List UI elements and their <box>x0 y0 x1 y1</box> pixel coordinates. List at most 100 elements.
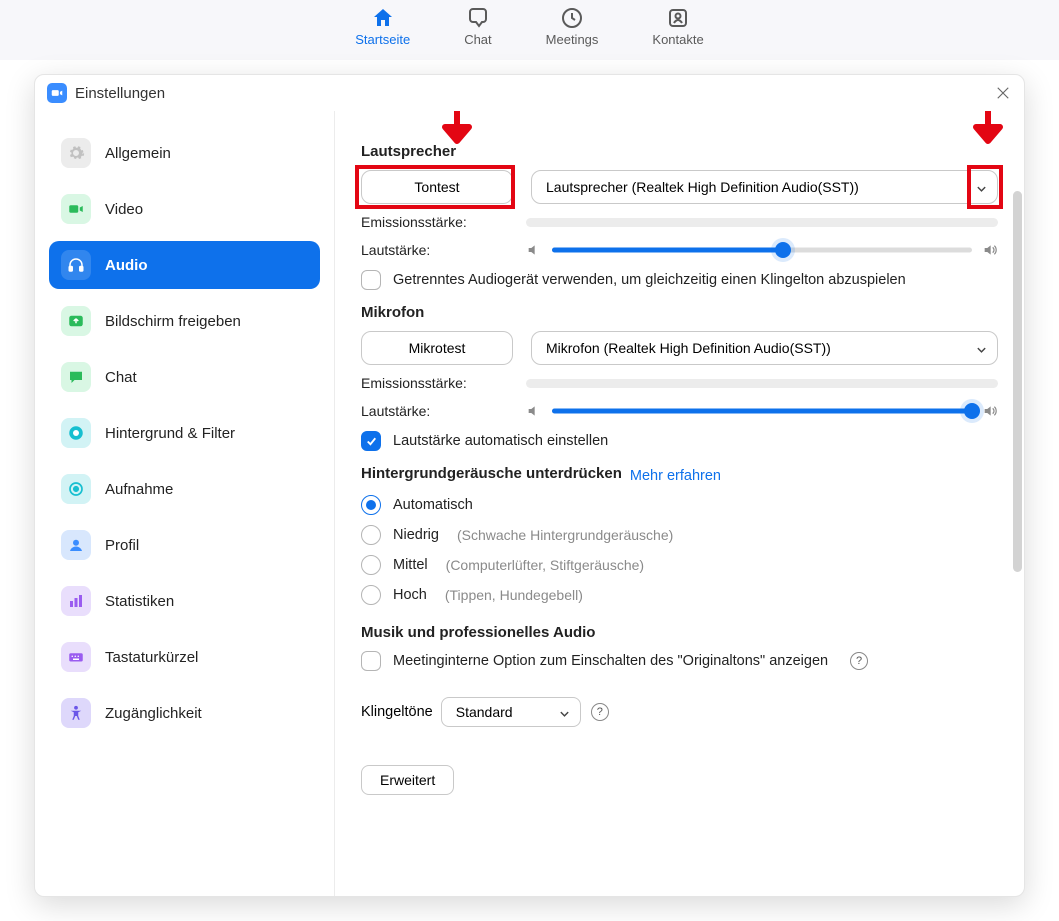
sidebar-item-chat[interactable]: Chat <box>49 353 320 401</box>
checkbox-checked-icon <box>361 431 381 451</box>
background-filter-icon <box>61 418 91 448</box>
sidebar-item-shortcuts[interactable]: Tastaturkürzel <box>49 633 320 681</box>
sidebar-item-share-screen[interactable]: Bildschirm freigeben <box>49 297 320 345</box>
nav-contacts-label: Kontakte <box>652 32 703 47</box>
mic-volume-label: Lautstärke: <box>361 403 526 419</box>
volume-low-icon <box>526 242 542 258</box>
ringtone-value: Standard <box>456 704 513 720</box>
noise-medium-label: Mittel <box>393 557 428 573</box>
volume-low-icon <box>526 403 542 419</box>
noise-high-label: Hoch <box>393 587 427 603</box>
advanced-button[interactable]: Erweitert <box>361 765 454 795</box>
keyboard-icon <box>61 642 91 672</box>
ringtone-select[interactable]: Standard <box>441 697 581 727</box>
volume-high-icon <box>982 403 998 419</box>
statistics-icon <box>61 586 91 616</box>
help-icon[interactable]: ? <box>850 652 868 670</box>
speaker-device-select[interactable]: Lautsprecher (Realtek High Definition Au… <box>531 170 998 204</box>
checkbox-unchecked-icon <box>361 651 381 671</box>
headphones-icon <box>61 250 91 280</box>
nav-meetings-label: Meetings <box>546 32 599 47</box>
annotation-box-dropdown <box>967 165 1003 209</box>
mic-device-select[interactable]: Mikrofon (Realtek High Definition Audio(… <box>531 331 998 365</box>
sidebar-label: Aufnahme <box>105 481 173 498</box>
volume-high-icon <box>982 242 998 258</box>
mic-input-level-label: Emissionsstärke: <box>361 375 526 391</box>
share-screen-icon <box>61 306 91 336</box>
annotation-arrow-right <box>970 111 1006 155</box>
settings-window: Einstellungen Allgemein Video Audio Bild… <box>34 74 1025 897</box>
noise-radio-high[interactable]: Hoch (Tippen, Hundegebell) <box>361 580 998 610</box>
top-nav-bar: Startseite Chat Meetings Kontakte <box>0 0 1059 60</box>
separate-audio-label: Getrenntes Audiogerät verwenden, um glei… <box>393 272 906 288</box>
speaker-output-level-meter <box>526 218 998 227</box>
accessibility-icon <box>61 698 91 728</box>
sidebar-label: Chat <box>105 369 137 386</box>
mic-input-level-meter <box>526 379 998 388</box>
sidebar-label: Audio <box>105 257 148 274</box>
auto-adjust-volume-checkbox[interactable]: Lautstärke automatisch einstellen <box>361 431 998 451</box>
nav-home-label: Startseite <box>355 32 410 47</box>
annotation-arrow-left <box>439 111 475 155</box>
nav-home[interactable]: Startseite <box>355 6 410 47</box>
checkbox-unchecked-icon <box>361 270 381 290</box>
noise-radio-low[interactable]: Niedrig (Schwache Hintergrundgeräusche) <box>361 520 998 550</box>
sidebar-item-accessibility[interactable]: Zugänglichkeit <box>49 689 320 737</box>
noise-suppression-title: Hintergrundgeräusche unterdrücken <box>361 465 622 482</box>
mic-section-title: Mikrofon <box>361 304 998 321</box>
chevron-down-icon <box>559 707 570 718</box>
settings-sidebar: Allgemein Video Audio Bildschirm freigeb… <box>35 111 335 896</box>
auto-adjust-label: Lautstärke automatisch einstellen <box>393 433 608 449</box>
radio-icon <box>361 555 381 575</box>
sidebar-item-recording[interactable]: Aufnahme <box>49 465 320 513</box>
help-icon[interactable]: ? <box>591 703 609 721</box>
profile-icon <box>61 530 91 560</box>
sidebar-item-statistics[interactable]: Statistiken <box>49 577 320 625</box>
audio-settings-panel: Lautsprecher Tontest Lautsprecher (Realt… <box>335 111 1024 896</box>
sidebar-item-audio[interactable]: Audio <box>49 241 320 289</box>
sidebar-label: Hintergrund & Filter <box>105 425 235 442</box>
sidebar-label: Allgemein <box>105 145 171 162</box>
sidebar-item-general[interactable]: Allgemein <box>49 129 320 177</box>
noise-high-hint: (Tippen, Hundegebell) <box>445 587 583 603</box>
chat-bubble-icon <box>466 6 490 30</box>
sidebar-label: Statistiken <box>105 593 174 610</box>
zoom-app-icon <box>47 83 67 103</box>
sidebar-label: Profil <box>105 537 139 554</box>
gear-icon <box>61 138 91 168</box>
mic-test-button[interactable]: Mikrotest <box>361 331 513 365</box>
speaker-volume-label: Lautstärke: <box>361 242 526 258</box>
sidebar-label: Tastaturkürzel <box>105 649 198 666</box>
close-button[interactable] <box>994 84 1012 102</box>
original-sound-checkbox[interactable]: Meetinginterne Option zum Einschalten de… <box>361 651 998 671</box>
settings-titlebar: Einstellungen <box>35 75 1024 111</box>
noise-medium-hint: (Computerlüfter, Stiftgeräusche) <box>446 557 644 573</box>
nav-contacts[interactable]: Kontakte <box>652 6 703 47</box>
clock-icon <box>560 6 584 30</box>
learn-more-link[interactable]: Mehr erfahren <box>630 468 721 484</box>
sidebar-item-profile[interactable]: Profil <box>49 521 320 569</box>
speaker-device-value: Lautsprecher (Realtek High Definition Au… <box>546 179 859 195</box>
scrollbar-thumb[interactable] <box>1013 191 1022 572</box>
original-sound-label: Meetinginterne Option zum Einschalten de… <box>393 653 828 669</box>
sidebar-label: Video <box>105 201 143 218</box>
mic-device-value: Mikrofon (Realtek High Definition Audio(… <box>546 340 831 356</box>
speaker-output-level-label: Emissionsstärke: <box>361 214 526 230</box>
record-icon <box>61 474 91 504</box>
sidebar-item-background[interactable]: Hintergrund & Filter <box>49 409 320 457</box>
noise-low-label: Niedrig <box>393 527 439 543</box>
nav-chat[interactable]: Chat <box>464 6 491 47</box>
speaker-volume-slider[interactable] <box>552 240 972 260</box>
nav-chat-label: Chat <box>464 32 491 47</box>
content-scrollbar[interactable] <box>1013 191 1022 884</box>
noise-radio-medium[interactable]: Mittel (Computerlüfter, Stiftgeräusche) <box>361 550 998 580</box>
radio-icon <box>361 525 381 545</box>
nav-meetings[interactable]: Meetings <box>546 6 599 47</box>
noise-radio-auto[interactable]: Automatisch <box>361 490 998 520</box>
sidebar-label: Zugänglichkeit <box>105 705 202 722</box>
annotation-box-test-button <box>355 165 515 209</box>
contacts-icon <box>666 6 690 30</box>
separate-audio-device-checkbox[interactable]: Getrenntes Audiogerät verwenden, um glei… <box>361 270 998 290</box>
mic-volume-slider[interactable] <box>552 401 972 421</box>
sidebar-item-video[interactable]: Video <box>49 185 320 233</box>
